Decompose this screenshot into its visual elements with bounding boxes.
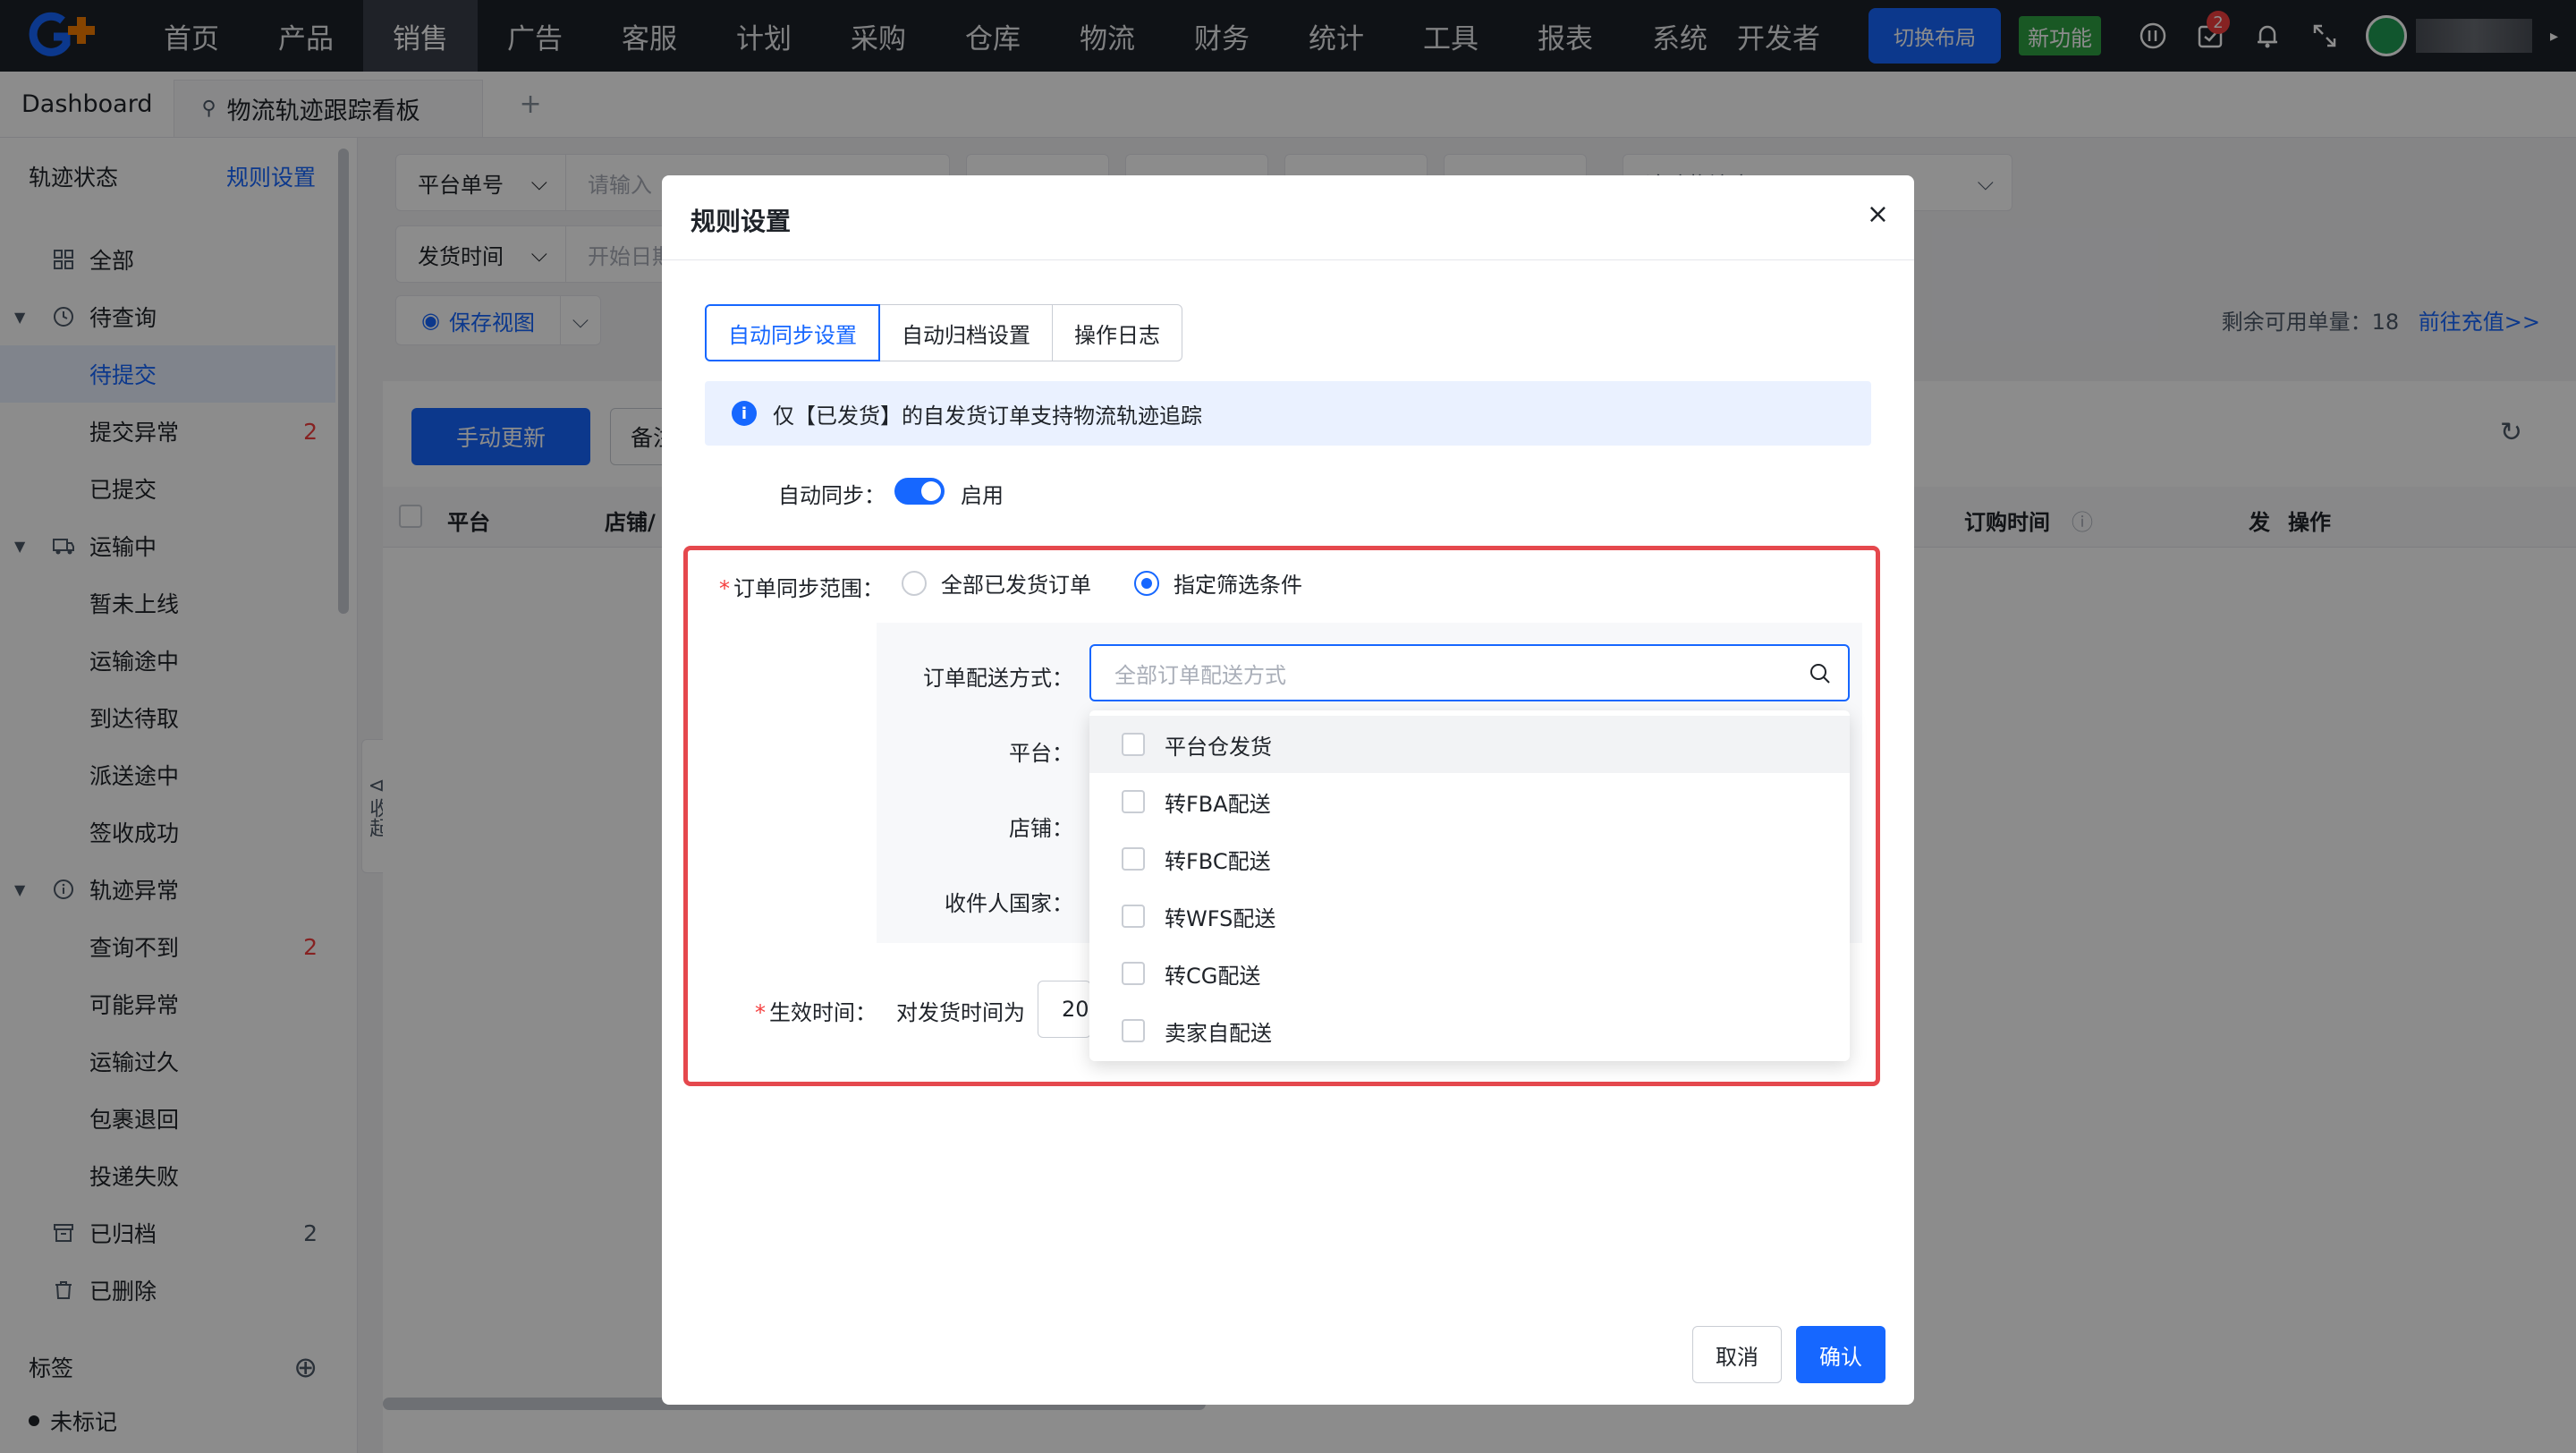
- confirm-button[interactable]: 确认: [1796, 1326, 1885, 1383]
- radio-label: 全部已发货订单: [941, 573, 1091, 598]
- rule-settings-modal: 规则设置 × 自动同步设置 自动归档设置 操作日志 i 仅【已发货】的自发货订单…: [662, 175, 1914, 1405]
- checkbox[interactable]: [1122, 962, 1145, 985]
- cancel-button[interactable]: 取消: [1692, 1326, 1782, 1383]
- tab-operation-log[interactable]: 操作日志: [1052, 304, 1182, 361]
- divider: [662, 259, 1914, 260]
- effective-date-input[interactable]: 20: [1038, 981, 1091, 1038]
- modal-title: 规则设置: [691, 207, 792, 236]
- recipient-country-label: 收件人国家：: [945, 891, 1073, 916]
- close-icon[interactable]: ×: [1867, 199, 1889, 230]
- delivery-method-placeholder: 全部订单配送方式: [1114, 662, 1286, 688]
- radio-label: 指定筛选条件: [1174, 573, 1302, 598]
- checkbox[interactable]: [1122, 847, 1145, 871]
- option-wfs[interactable]: 转WFS配送: [1089, 888, 1850, 945]
- tab-auto-archive[interactable]: 自动归档设置: [879, 304, 1053, 361]
- modal-tabs: 自动同步设置 自动归档设置 操作日志: [705, 304, 1182, 361]
- radio-circle[interactable]: [1134, 570, 1159, 596]
- radio-all-shipped[interactable]: 全部已发货订单: [902, 567, 1091, 599]
- search-icon: [1810, 664, 1830, 684]
- info-alert: i 仅【已发货】的自发货订单支持物流轨迹追踪: [705, 381, 1871, 446]
- option-cg[interactable]: 转CG配送: [1089, 945, 1850, 1002]
- store-label: 店铺：: [1009, 816, 1073, 841]
- required-mark: *: [755, 1000, 766, 1025]
- option-platform-warehouse[interactable]: 平台仓发货: [1089, 716, 1850, 773]
- tab-auto-sync[interactable]: 自动同步设置: [705, 304, 880, 361]
- delivery-method-select[interactable]: 全部订单配送方式: [1089, 644, 1850, 701]
- required-mark: *: [719, 576, 730, 601]
- sync-scope-label: * 订单同步范围：: [719, 576, 884, 601]
- checkbox[interactable]: [1122, 790, 1145, 813]
- option-fba[interactable]: 转FBA配送: [1089, 773, 1850, 830]
- checkbox[interactable]: [1122, 1019, 1145, 1042]
- option-seller-delivery[interactable]: 卖家自配送: [1089, 1002, 1850, 1059]
- checkbox[interactable]: [1122, 733, 1145, 756]
- delivery-method-dropdown: 平台仓发货 转FBA配送 转FBC配送 转WFS配送 转CG配送 卖家自配送: [1089, 710, 1850, 1061]
- checkbox[interactable]: [1122, 905, 1145, 928]
- radio-circle[interactable]: [902, 570, 927, 596]
- info-text: 仅【已发货】的自发货订单支持物流轨迹追踪: [773, 403, 1202, 429]
- auto-sync-toggle[interactable]: [894, 478, 945, 505]
- delivery-method-label: 订单配送方式：: [923, 666, 1073, 691]
- auto-sync-state: 启用: [961, 483, 1004, 508]
- platform-label: 平台：: [1009, 741, 1073, 766]
- effective-time-label: * 生效时间：: [755, 1000, 877, 1025]
- effective-prefix: 对发货时间为: [896, 1000, 1025, 1025]
- radio-custom-filter[interactable]: 指定筛选条件: [1134, 567, 1302, 599]
- option-fbc[interactable]: 转FBC配送: [1089, 830, 1850, 888]
- auto-sync-label: 自动同步：: [778, 483, 886, 508]
- info-icon: i: [732, 401, 757, 426]
